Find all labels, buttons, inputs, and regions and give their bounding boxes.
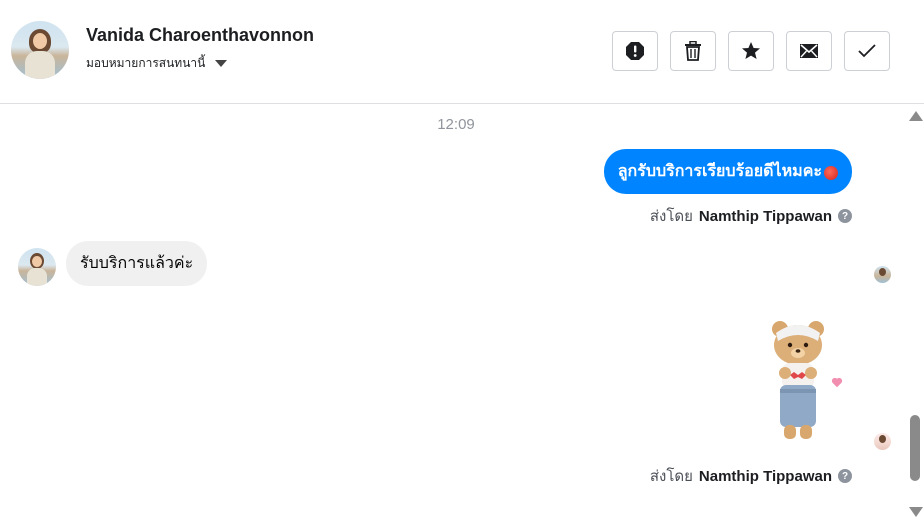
help-icon[interactable]: ? — [838, 209, 852, 223]
conversation-header: Vanida Charoenthavonnon มอบหมายการสนทนาน… — [0, 0, 924, 104]
envelope-icon — [800, 44, 818, 58]
message-text: ลูกรับบริการเรียบร้อยดีไหมคะ — [617, 163, 822, 180]
scroll-thumb[interactable] — [910, 415, 920, 481]
seen-avatar-icon — [874, 433, 891, 450]
sent-by-name: Namthip Tippawan — [698, 467, 832, 485]
contact-avatar-small — [18, 248, 56, 286]
star-icon — [742, 42, 760, 59]
sent-by-prefix: ส่งโดย — [649, 468, 693, 485]
assign-conversation-dropdown[interactable]: มอบหมายการสนทนานี้ — [86, 54, 228, 73]
sent-by-prefix: ส่งโดย — [649, 208, 693, 225]
contact-name[interactable]: Vanida Charoenthavonnon — [86, 25, 314, 46]
assign-label: มอบหมายการสนทนานี้ — [86, 56, 206, 70]
help-icon[interactable]: ? — [838, 469, 852, 483]
sent-by-label: ส่งโดย Namthip Tippawan ? — [650, 464, 852, 488]
contact-avatar[interactable] — [11, 21, 69, 79]
seen-avatar-icon — [874, 266, 891, 283]
teddy-bear-sticker[interactable] — [768, 319, 828, 445]
message-timestamp: 12:09 — [437, 116, 475, 133]
message-thread: 12:09 ลูกรับบริการเรียบร้อยดีไหมคะ ส่งโด… — [0, 105, 906, 523]
scrollbar[interactable] — [906, 105, 924, 523]
scroll-down-arrow-icon[interactable] — [909, 507, 923, 517]
mark-as-done-button[interactable] — [844, 31, 890, 71]
checkmark-icon — [858, 44, 876, 58]
outgoing-message-bubble[interactable]: ลูกรับบริการเรียบร้อยดีไหมคะ — [603, 149, 852, 194]
trash-icon — [685, 41, 701, 61]
delete-button[interactable] — [670, 31, 716, 71]
incoming-message-bubble[interactable]: รับบริการแล้วค่ะ — [66, 241, 208, 286]
tomato-emoji — [824, 165, 838, 180]
star-button[interactable] — [728, 31, 774, 71]
mark-as-unread-button[interactable] — [786, 31, 832, 71]
sent-by-label: ส่งโดย Namthip Tippawan ? — [650, 204, 852, 228]
exclamation-octagon-icon — [626, 42, 644, 60]
scroll-up-arrow-icon[interactable] — [909, 111, 923, 121]
heart-icon — [832, 378, 842, 388]
message-text: รับบริการแล้วค่ะ — [80, 255, 194, 272]
caret-down-icon — [215, 60, 228, 67]
mark-as-spam-button[interactable] — [612, 31, 658, 71]
sent-by-name: Namthip Tippawan — [698, 207, 832, 225]
